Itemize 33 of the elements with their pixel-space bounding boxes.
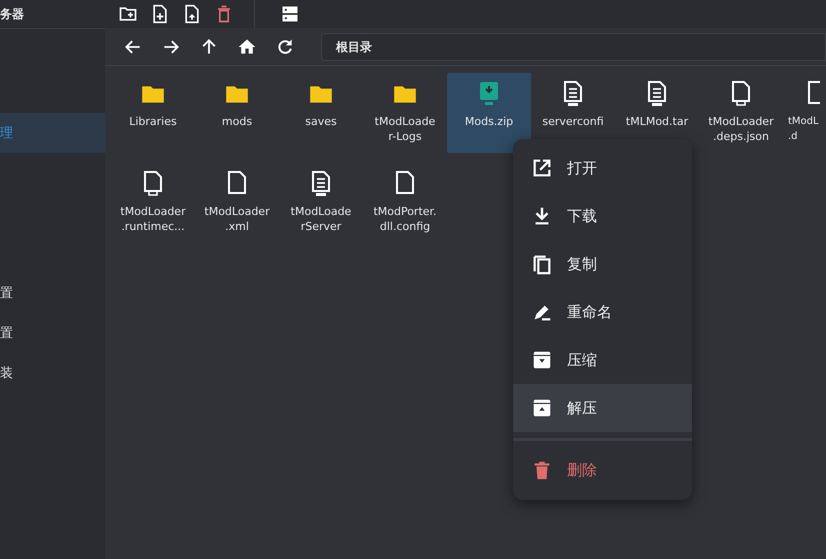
menu-item[interactable]: 压缩 (513, 336, 692, 384)
text-file-icon (645, 80, 669, 108)
file-item[interactable]: tModPorter. dll.config (363, 163, 447, 243)
file-item[interactable]: mods (195, 73, 279, 153)
file-item[interactable]: tModLoade rServer (279, 163, 363, 243)
sidebar-item[interactable]: 置 (0, 313, 105, 353)
text-file-icon (309, 170, 333, 198)
code-file-icon (729, 80, 753, 108)
menu-item[interactable]: 复制 (513, 240, 692, 288)
file-item[interactable]: Libraries (111, 73, 195, 153)
sidebar-item[interactable]: 置 (0, 273, 105, 313)
archive-up-icon (531, 397, 553, 419)
file-item[interactable]: saves (279, 73, 363, 153)
path-bar[interactable]: 根目录 (321, 33, 826, 61)
file-item[interactable]: tModLoader .runtimec... (111, 163, 195, 243)
file-item[interactable]: Mods.zip (447, 73, 531, 153)
archive-down-icon (531, 349, 553, 371)
text-file-icon (561, 80, 585, 108)
file-item[interactable]: tModLoade r-Logs (363, 73, 447, 153)
copy-icon (531, 253, 553, 275)
open-external-icon (531, 157, 553, 179)
menu-item[interactable]: 解压 (513, 384, 692, 432)
file-item[interactable]: tModLoader .deps.json (699, 73, 783, 153)
server-icon[interactable] (280, 4, 300, 24)
file-item[interactable]: tModL .d (783, 73, 820, 153)
menu-item[interactable]: 重命名 (513, 288, 692, 336)
file-item[interactable]: tModLoader .xml (195, 163, 279, 243)
archive-icon (477, 80, 501, 108)
code-file-icon (141, 170, 165, 198)
sidebar-item[interactable]: 装 (0, 353, 105, 393)
menu-item[interactable]: 下载 (513, 192, 692, 240)
menu-item[interactable]: 删除 (513, 446, 692, 494)
app-title: 务器 (0, 6, 24, 22)
